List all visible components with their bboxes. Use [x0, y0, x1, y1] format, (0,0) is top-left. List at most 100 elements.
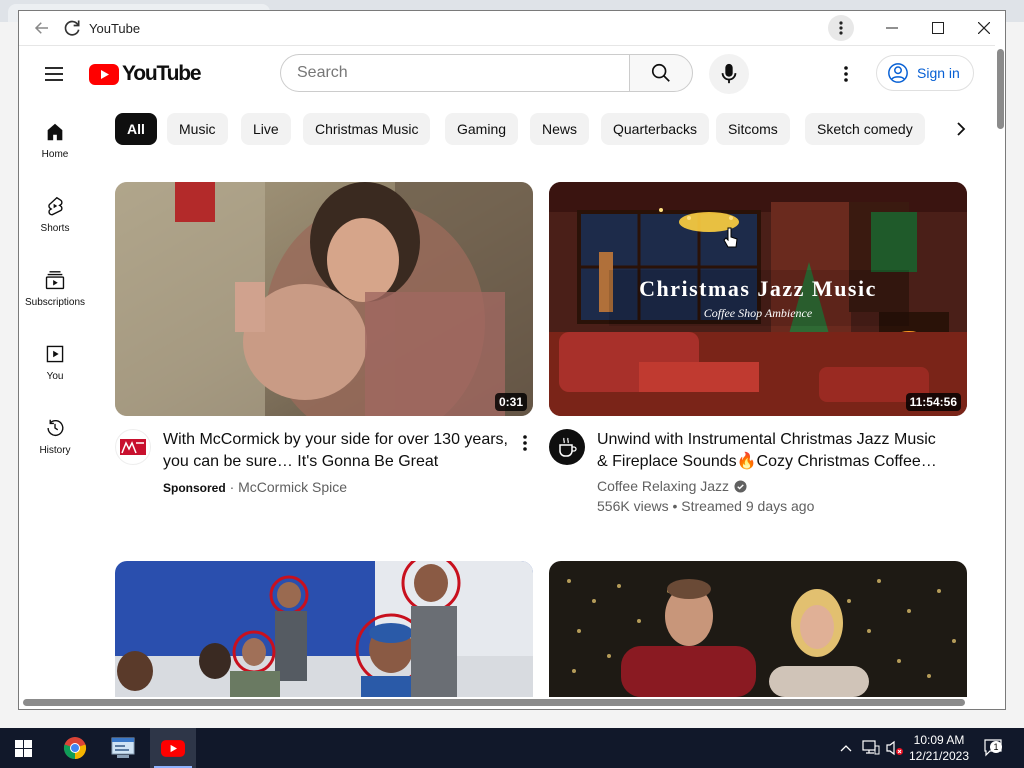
reload-button[interactable] [57, 11, 87, 45]
taskbar-clock[interactable]: 10:09 AM 12/21/2023 [905, 732, 973, 764]
volume-button[interactable] [884, 728, 906, 768]
youtube-logo[interactable]: YouTube [89, 62, 202, 86]
network-icon [862, 740, 880, 755]
show-hidden-icons-button[interactable] [836, 728, 856, 768]
youtube-play-icon [161, 739, 185, 757]
app-window: YouTube YouTube Search Sign in Home Shor… [18, 10, 1006, 710]
channel-avatar[interactable] [115, 429, 151, 465]
windows-logo-icon [14, 739, 32, 757]
chip-christmas-music[interactable]: Christmas Music [303, 113, 431, 145]
reload-icon [64, 20, 80, 36]
sidebar-item-history[interactable]: History [19, 417, 91, 477]
search-box [280, 54, 693, 92]
thumbnail-image [115, 561, 533, 697]
sign-in-label: Sign in [917, 65, 960, 81]
clock-date: 12/21/2023 [908, 749, 970, 763]
sidebar-item-label: Subscriptions [24, 297, 86, 308]
chevron-up-icon [840, 745, 852, 752]
video-title-line: Unwind with Instrumental Christmas Jazz … [597, 431, 936, 448]
chip-quarterbacks[interactable]: Quarterbacks [601, 113, 710, 145]
video-title[interactable]: With McCormick by your side for over 130… [163, 429, 513, 473]
search-button[interactable] [629, 54, 693, 92]
video-title[interactable]: Unwind with Instrumental Christmas Jazz … [597, 429, 967, 473]
vertical-scroll-thumb[interactable] [997, 49, 1004, 129]
video-meta: Sponsored · McCormick Spice [163, 477, 523, 498]
network-button[interactable] [860, 728, 882, 768]
youtube-header: YouTube Sign in [19, 45, 995, 101]
computer-window-icon [111, 737, 135, 758]
channel-name[interactable]: McCormick Spice [238, 479, 347, 495]
sidebar-item-label: You [46, 371, 64, 382]
sidebar-item-you[interactable]: You [19, 343, 91, 403]
voice-search-button[interactable] [709, 54, 749, 94]
taskbar-youtube[interactable] [150, 728, 196, 768]
hamburger-icon [45, 67, 63, 81]
chip-music[interactable]: Music [167, 113, 228, 145]
sidebar-item-label: Shorts [40, 223, 70, 234]
sidebar-item-home[interactable]: Home [19, 121, 91, 181]
thumbnail-subtitle: Coffee Shop Ambience [704, 306, 813, 320]
notification-count: 1 [990, 741, 1002, 753]
sidebar-item-subscriptions[interactable]: Subscriptions [19, 269, 91, 329]
maximize-button[interactable] [923, 11, 953, 45]
start-button[interactable] [0, 728, 46, 768]
video-thumbnail[interactable]: 0:31 [115, 182, 533, 416]
arrow-left-icon [34, 22, 48, 34]
back-button[interactable] [27, 11, 57, 45]
sign-in-button[interactable]: Sign in [876, 55, 974, 91]
sidebar-item-shorts[interactable]: Shorts [19, 195, 91, 255]
window-title: YouTube [89, 21, 141, 36]
vertical-dots-icon [523, 435, 527, 451]
home-icon [47, 123, 63, 141]
account-icon [888, 63, 908, 83]
chip-live[interactable]: Live [241, 113, 291, 145]
chip-sitcoms[interactable]: Sitcoms [716, 113, 790, 145]
youtube-play-icon [89, 63, 119, 85]
horizontal-scroll-thumb[interactable] [23, 699, 965, 706]
title-bar: YouTube [19, 11, 1005, 46]
guide-menu-button[interactable] [39, 59, 69, 89]
window-menu-button[interactable] [827, 11, 855, 45]
vertical-scrollbar[interactable] [995, 45, 1005, 697]
chip-news[interactable]: News [530, 113, 590, 145]
volume-muted-icon [886, 740, 903, 756]
shorts-icon [48, 196, 63, 216]
video-duration: 0:31 [494, 393, 527, 411]
chip-all[interactable]: All [115, 113, 157, 145]
taskbar-chrome[interactable] [52, 728, 98, 768]
video-title-line: you can be sure… It's Gonna Be Great [163, 453, 439, 470]
settings-more-button[interactable] [831, 59, 861, 89]
horizontal-scrollbar[interactable] [19, 697, 995, 709]
minimize-icon [886, 27, 898, 29]
thumbnail-image [549, 561, 967, 697]
video-thumbnail[interactable] [549, 561, 967, 697]
channel-name[interactable]: Coffee Relaxing Jazz [597, 476, 729, 496]
channel-row: Coffee Relaxing Jazz [597, 476, 957, 496]
kebab-icon [828, 15, 854, 41]
sponsored-label: Sponsored [163, 481, 226, 495]
video-duration: 11:54:56 [905, 393, 961, 411]
video-title-line: With McCormick by your side for over 130… [163, 431, 508, 448]
taskbar-app[interactable] [100, 728, 146, 768]
subscriptions-icon [45, 271, 65, 290]
close-button[interactable] [969, 11, 999, 45]
search-icon [651, 63, 670, 82]
sidebar-item-label: Home [41, 149, 69, 160]
mccormick-logo-icon [120, 439, 146, 455]
filter-chip-bar: All Music Live Christmas Music Gaming Ne… [115, 113, 945, 145]
channel-avatar[interactable] [549, 429, 585, 465]
notifications-button[interactable]: 1 [980, 728, 1008, 768]
close-icon [978, 22, 990, 34]
video-thumbnail[interactable]: Christmas Jazz Music Coffee Shop Ambienc… [549, 182, 967, 416]
chevron-right-icon [957, 122, 966, 136]
clock-time: 10:09 AM [913, 733, 965, 747]
minimize-button[interactable] [877, 11, 907, 45]
chip-sketch-comedy[interactable]: Sketch comedy [805, 113, 925, 145]
chips-next-button[interactable] [945, 113, 977, 145]
video-thumbnail[interactable] [115, 561, 533, 697]
microphone-icon [721, 63, 737, 84]
video-menu-button[interactable] [515, 431, 535, 455]
search-input[interactable] [280, 54, 629, 92]
chip-gaming[interactable]: Gaming [445, 113, 519, 145]
sidebar-item-label: History [39, 445, 71, 456]
